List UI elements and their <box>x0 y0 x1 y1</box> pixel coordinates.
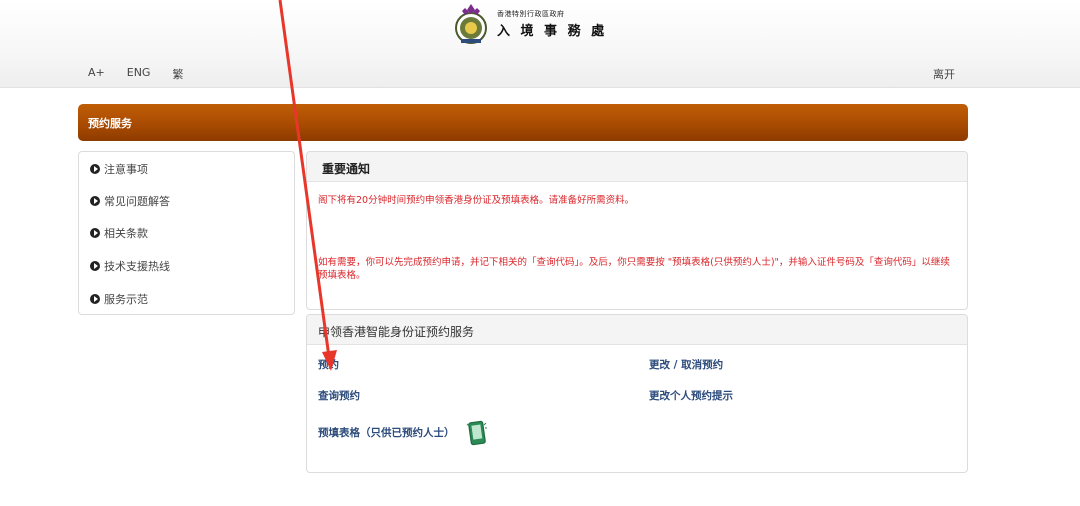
traditional-chinese-button[interactable]: 繁 <box>172 66 183 82</box>
prefill-form-link[interactable]: 预填表格（只供已预约人士） <box>318 425 455 440</box>
immd-logo[interactable]: 香港特別行政區政府 入 境 事 務 處 <box>453 2 607 46</box>
service-title: 申领香港智能身份证预约服务 <box>318 325 475 339</box>
change-cancel-appointment-link[interactable]: 更改 / 取消预约 <box>649 357 723 372</box>
emblem-icon <box>453 2 489 46</box>
notice-title: 重要通知 <box>322 162 371 176</box>
change-reminder-link[interactable]: 更改个人预约提示 <box>649 388 733 403</box>
logo-subtitle: 香港特別行政區政府 <box>497 10 565 18</box>
notice-header: 重要通知 <box>307 152 967 182</box>
sidebar-item-notes[interactable]: 注意事项 <box>90 161 148 177</box>
arrow-circle-icon <box>90 228 100 238</box>
logo-title: 入 境 事 務 處 <box>497 24 608 39</box>
sidebar-item-hotline[interactable]: 技术支援热线 <box>90 258 170 274</box>
sidebar-item-label: 相关条款 <box>104 227 148 240</box>
banner-title: 预约服务 <box>88 117 132 130</box>
arrow-circle-icon <box>90 261 100 271</box>
book-appointment-link[interactable]: 预约 <box>318 357 339 372</box>
arrow-circle-icon <box>90 294 100 304</box>
id-card-booking-panel: 申领香港智能身份证预约服务 <box>306 314 968 473</box>
notice-text-1: 阁下将有20分钟时间预约申领香港身份证及预填表格。请准备好所需资料。 <box>318 195 635 206</box>
sidebar-item-terms[interactable]: 相关条款 <box>90 225 148 241</box>
notice-text-2: 如有需要，你可以先完成预约申请，并记下相关的「查询代码」。及后，你只需要按 "预… <box>318 257 950 281</box>
service-banner: 预约服务 <box>78 104 968 141</box>
leave-button[interactable]: 离开 <box>933 66 955 82</box>
sidebar-item-label: 常见问题解答 <box>104 195 170 208</box>
header-bar: 香港特別行政區政府 入 境 事 務 處 A+ ENG 繁 离开 <box>0 0 1080 88</box>
accessibility-tools: A+ ENG 繁 <box>88 66 183 82</box>
sidebar-item-label: 技术支援热线 <box>104 260 170 273</box>
sidebar-item-demo[interactable]: 服务示范 <box>90 291 148 307</box>
sidebar-item-label: 服务示范 <box>104 293 148 306</box>
arrow-circle-icon <box>90 164 100 174</box>
sidebar-menu: 注意事项 常见问题解答 相关条款 技术支援热线 服务示范 <box>78 151 295 315</box>
english-button[interactable]: ENG <box>127 66 151 82</box>
service-header: 申领香港智能身份证预约服务 <box>307 315 967 345</box>
sidebar-item-label: 注意事项 <box>104 163 148 176</box>
mobile-phone-icon[interactable] <box>466 420 488 446</box>
font-size-button[interactable]: A+ <box>88 66 105 82</box>
enquire-appointment-link[interactable]: 查询预约 <box>318 388 360 403</box>
sidebar-item-faq[interactable]: 常见问题解答 <box>90 193 170 209</box>
arrow-circle-icon <box>90 196 100 206</box>
important-notice-panel: 重要通知 阁下将有20分钟时间预约申领香港身份证及预填表格。请准备好所需资料。 … <box>306 151 968 310</box>
